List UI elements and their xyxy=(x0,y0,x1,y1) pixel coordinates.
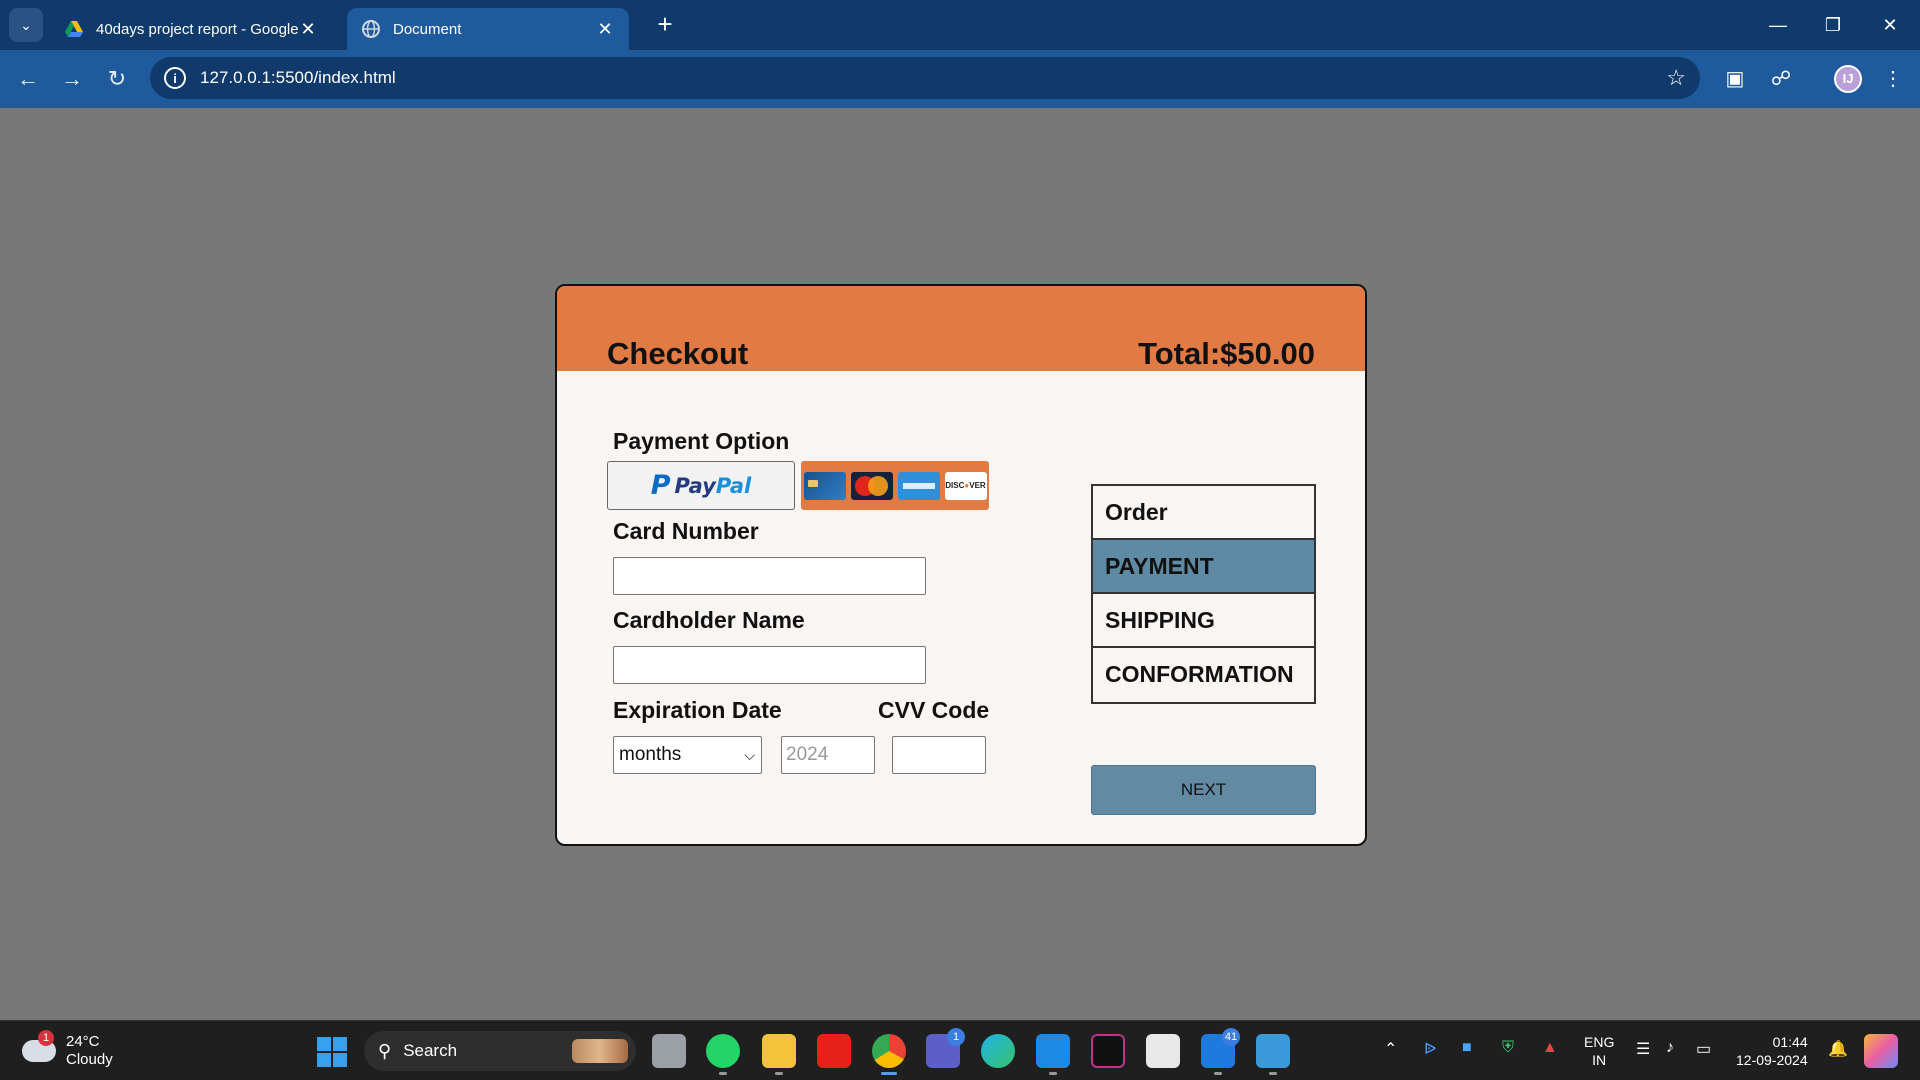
wifi-icon[interactable]: ☰ xyxy=(1636,1039,1650,1059)
mail-icon[interactable]: 41 xyxy=(1201,1028,1240,1075)
mastercard-icon xyxy=(850,471,893,500)
expiration-year-input[interactable]: 2024 xyxy=(781,736,875,774)
browser-tab-bar: ⌄ 40days project report - Google D ✕ Doc… xyxy=(0,0,1920,50)
tab-project-report[interactable]: 40days project report - Google D ✕ xyxy=(50,8,332,50)
extension-c-icon[interactable]: ▣ xyxy=(1720,64,1750,94)
cvv-code-label: CVV Code xyxy=(878,697,990,723)
visa-card-icon xyxy=(803,471,846,500)
menu-kebab-icon[interactable]: ⋮ xyxy=(1878,64,1908,94)
search-highlight-image xyxy=(572,1039,628,1063)
chevron-up-icon[interactable]: ⌃ xyxy=(1384,1039,1397,1059)
expiration-month-select[interactable]: months ⌵ xyxy=(613,736,762,774)
checkout-title: Checkout xyxy=(607,336,749,371)
language-indicator[interactable]: ENG IN xyxy=(1584,1033,1614,1069)
intellij-icon[interactable] xyxy=(1091,1034,1125,1068)
step-payment[interactable]: PAYMENT xyxy=(1093,540,1314,594)
antivirus-icon[interactable]: ▲ xyxy=(1542,1039,1558,1057)
close-tab-icon[interactable]: ✕ xyxy=(595,19,615,40)
checkout-steps: Order PAYMENT SHIPPING CONFORMATION xyxy=(1091,484,1316,704)
paypal-logo: P Pay Pal xyxy=(650,470,752,501)
card-number-label: Card Number xyxy=(613,518,759,544)
youtube-icon[interactable] xyxy=(817,1034,851,1068)
step-shipping[interactable]: SHIPPING xyxy=(1093,594,1314,648)
vscode-icon[interactable] xyxy=(1036,1034,1070,1075)
chevron-down-icon: ⌵ xyxy=(744,747,755,763)
weather-badge: 1 xyxy=(38,1030,54,1046)
file-explorer-icon[interactable] xyxy=(762,1034,796,1075)
weather-widget[interactable]: 1 24°C Cloudy xyxy=(22,1030,113,1069)
security-shield-icon[interactable]: ⛨ xyxy=(1502,1039,1514,1057)
tab-title: 40days project report - Google D xyxy=(96,20,298,38)
card-number-input[interactable] xyxy=(613,557,926,595)
discover-card-icon: DISC ● VER xyxy=(944,471,987,500)
forward-arrow-icon[interactable]: → xyxy=(55,62,89,96)
volume-icon[interactable]: ♪ xyxy=(1666,1039,1674,1057)
restore-icon[interactable]: ❐ xyxy=(1813,10,1853,40)
amex-card-icon xyxy=(897,471,940,500)
chrome-icon[interactable] xyxy=(872,1034,906,1075)
notification-bell-icon[interactable]: 🔔 xyxy=(1828,1039,1848,1059)
expiration-date-label: Expiration Date xyxy=(613,697,782,723)
close-window-icon[interactable]: ✕ xyxy=(1870,10,1910,40)
chevron-down-icon: ⌄ xyxy=(20,16,32,33)
step-order[interactable]: Order xyxy=(1093,486,1314,540)
cardholder-name-label: Cardholder Name xyxy=(613,607,805,633)
weather-temperature: 24°C xyxy=(66,1033,100,1050)
paypal-p-icon: P xyxy=(650,470,671,501)
new-tab-button[interactable]: + xyxy=(650,10,680,40)
globe-icon xyxy=(362,20,380,38)
total-value: $50.00 xyxy=(1220,336,1315,371)
whatsapp-icon[interactable] xyxy=(706,1034,740,1075)
paypal-option-button[interactable]: P Pay Pal xyxy=(607,461,795,510)
total-label: Total: xyxy=(1138,336,1221,371)
taskbar-search-label: Search xyxy=(403,1041,458,1060)
cardholder-name-input[interactable] xyxy=(613,646,926,684)
bookmark-star-icon[interactable]: ☆ xyxy=(1666,65,1686,91)
back-arrow-icon[interactable]: ← xyxy=(11,62,45,96)
system-clock[interactable]: 01:44 12-09-2024 xyxy=(1736,1033,1808,1069)
clock-date: 12-09-2024 xyxy=(1736,1052,1808,1068)
windows-taskbar: 1 24°C Cloudy ⚲ Search 1 41 ⌃ ᐉ ■ ⛨ ▲ EN… xyxy=(0,1020,1920,1080)
copilot-icon[interactable] xyxy=(1864,1034,1898,1068)
taskbar-search[interactable]: ⚲ Search xyxy=(364,1031,636,1071)
battery-icon[interactable]: ▭ xyxy=(1696,1039,1711,1059)
close-tab-icon[interactable]: ✕ xyxy=(298,19,318,40)
bluetooth-icon[interactable]: ᐉ xyxy=(1424,1039,1436,1059)
search-icon: ⚲ xyxy=(378,1040,392,1061)
month-select-value: months xyxy=(619,744,682,765)
checkout-card: Checkout Total:$50.00 Payment Option P Pa… xyxy=(555,284,1367,846)
edge-icon[interactable] xyxy=(981,1034,1015,1068)
extensions-puzzle-icon[interactable]: ☍ xyxy=(1766,64,1796,94)
address-bar[interactable]: i 127.0.0.1:5500/index.html ☆ xyxy=(150,57,1700,99)
order-total: Total:$50.00 xyxy=(1138,336,1315,372)
reload-icon[interactable]: ↻ xyxy=(100,62,134,96)
clock-time: 01:44 xyxy=(1772,1034,1808,1050)
minimize-icon[interactable]: — xyxy=(1758,10,1798,40)
windows-start-icon[interactable] xyxy=(317,1037,347,1067)
site-info-icon[interactable]: i xyxy=(164,67,186,89)
microsoft-store-icon[interactable] xyxy=(1146,1034,1180,1068)
tab-search-button[interactable]: ⌄ xyxy=(9,8,43,42)
cloud-icon: 1 xyxy=(22,1030,56,1062)
weather-description: Cloudy xyxy=(66,1051,113,1068)
tab-document[interactable]: Document ✕ xyxy=(347,8,629,50)
profile-avatar[interactable]: IJ xyxy=(1834,65,1862,93)
next-button[interactable]: NEXT xyxy=(1091,765,1316,815)
cvv-input[interactable] xyxy=(892,736,986,774)
photos-icon[interactable] xyxy=(1256,1034,1290,1075)
google-drive-icon xyxy=(65,21,83,37)
credit-card-option-button[interactable]: DISC ● VER xyxy=(801,461,989,510)
task-view-icon[interactable] xyxy=(652,1034,686,1068)
url-text: 127.0.0.1:5500/index.html xyxy=(200,68,396,87)
browser-toolbar: ← → ↻ i 127.0.0.1:5500/index.html ☆ ▣ ☍ … xyxy=(0,50,1920,108)
step-conformation[interactable]: CONFORMATION xyxy=(1093,648,1314,702)
teams-icon[interactable]: 1 xyxy=(926,1028,965,1068)
tray-app-icon[interactable]: ■ xyxy=(1462,1039,1472,1057)
tab-title: Document xyxy=(393,20,462,38)
payment-option-label: Payment Option xyxy=(613,428,790,454)
